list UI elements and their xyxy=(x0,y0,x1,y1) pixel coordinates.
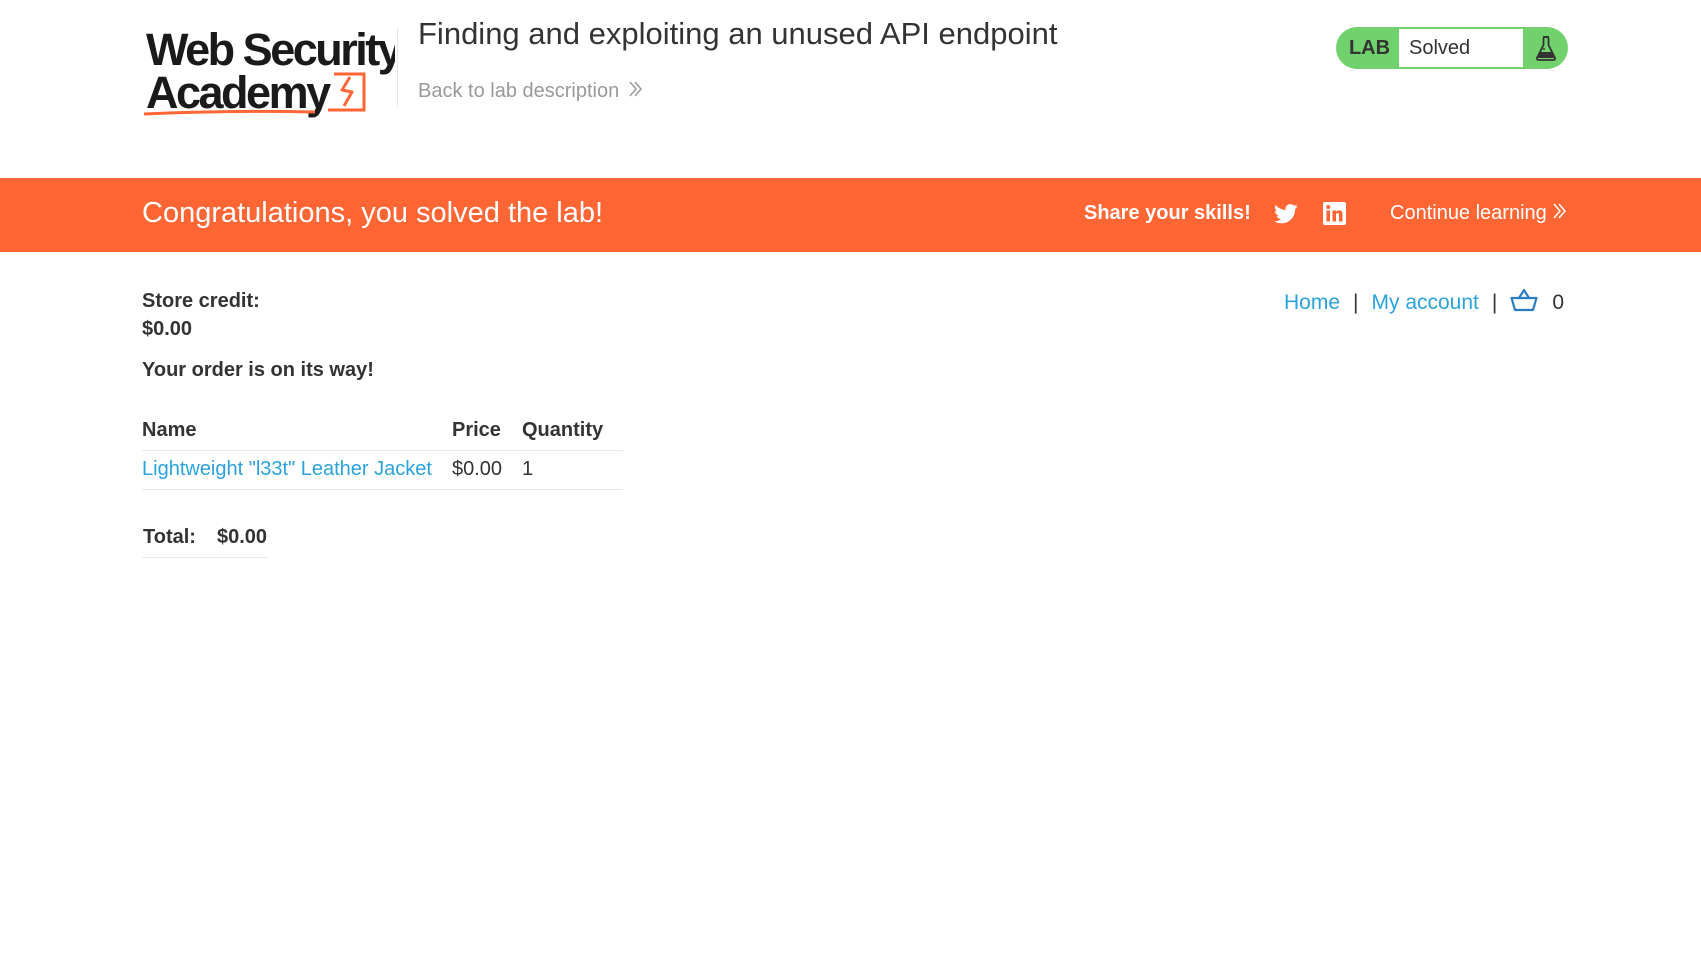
back-to-lab-description-link[interactable]: Back to lab description xyxy=(418,80,643,103)
nav-separator: | xyxy=(1353,291,1359,314)
item-name-cell: Lightweight "l33t" Leather Jacket xyxy=(142,450,452,490)
column-header-name: Name xyxy=(142,412,452,451)
basket-icon xyxy=(1510,288,1538,318)
back-link-label: Back to lab description xyxy=(418,80,620,102)
nav-separator: | xyxy=(1491,291,1498,314)
logo-graphic: Web Security Academy xyxy=(143,24,395,118)
cart-link[interactable]: 0 xyxy=(1510,288,1564,318)
order-total-table: Total: $0.00 xyxy=(142,519,269,558)
home-link[interactable]: Home xyxy=(1284,291,1340,315)
item-quantity-cell: 1 xyxy=(522,450,623,490)
item-price-cell: $0.00 xyxy=(452,450,522,490)
product-link[interactable]: Lightweight "l33t" Leather Jacket xyxy=(142,458,432,480)
lab-title: Finding and exploiting an unused API end… xyxy=(418,16,1058,51)
order-confirmation-message: Your order is on its way! xyxy=(142,359,374,381)
column-header-price: Price xyxy=(452,412,522,451)
flask-icon xyxy=(1523,27,1568,69)
continue-learning-label: Continue learning xyxy=(1390,202,1547,224)
total-label: Total: xyxy=(142,519,216,558)
store-credit-label: Store credit: xyxy=(142,290,260,312)
column-header-quantity: Quantity xyxy=(522,412,623,451)
order-items-table: Name Price Quantity Lightweight "l33t" L… xyxy=(142,412,623,490)
twitter-icon[interactable] xyxy=(1274,203,1298,225)
my-account-link[interactable]: My account xyxy=(1372,291,1479,315)
web-security-academy-logo[interactable]: Web Security Academy xyxy=(140,22,395,122)
total-row: Total: $0.00 xyxy=(142,519,269,558)
congratulations-message: Congratulations, you solved the lab! xyxy=(142,197,604,229)
linkedin-icon[interactable] xyxy=(1323,202,1346,225)
share-skills-label: Share your skills! xyxy=(1084,202,1251,224)
store-credit-value: $0.00 xyxy=(142,318,193,340)
lab-solved-banner: Congratulations, you solved the lab! Sha… xyxy=(0,178,1701,252)
lab-header: Web Security Academy Finding and exploit… xyxy=(0,0,1701,178)
lab-status-widget: LAB Solved xyxy=(1336,27,1568,69)
table-header-row: Name Price Quantity xyxy=(142,412,623,451)
top-nav-links: Home | My account | 0 xyxy=(1284,288,1564,318)
double-chevron-right-icon xyxy=(629,80,643,103)
continue-learning-link[interactable]: Continue learning xyxy=(1390,202,1567,225)
table-row: Lightweight "l33t" Leather Jacket $0.00 … xyxy=(142,450,623,490)
lab-status-text: Solved xyxy=(1399,29,1523,67)
header-divider xyxy=(397,28,398,106)
lab-tag: LAB xyxy=(1348,36,1391,59)
double-chevron-right-icon xyxy=(1553,202,1567,225)
cart-count: 0 xyxy=(1552,291,1565,314)
total-value: $0.00 xyxy=(215,519,269,558)
